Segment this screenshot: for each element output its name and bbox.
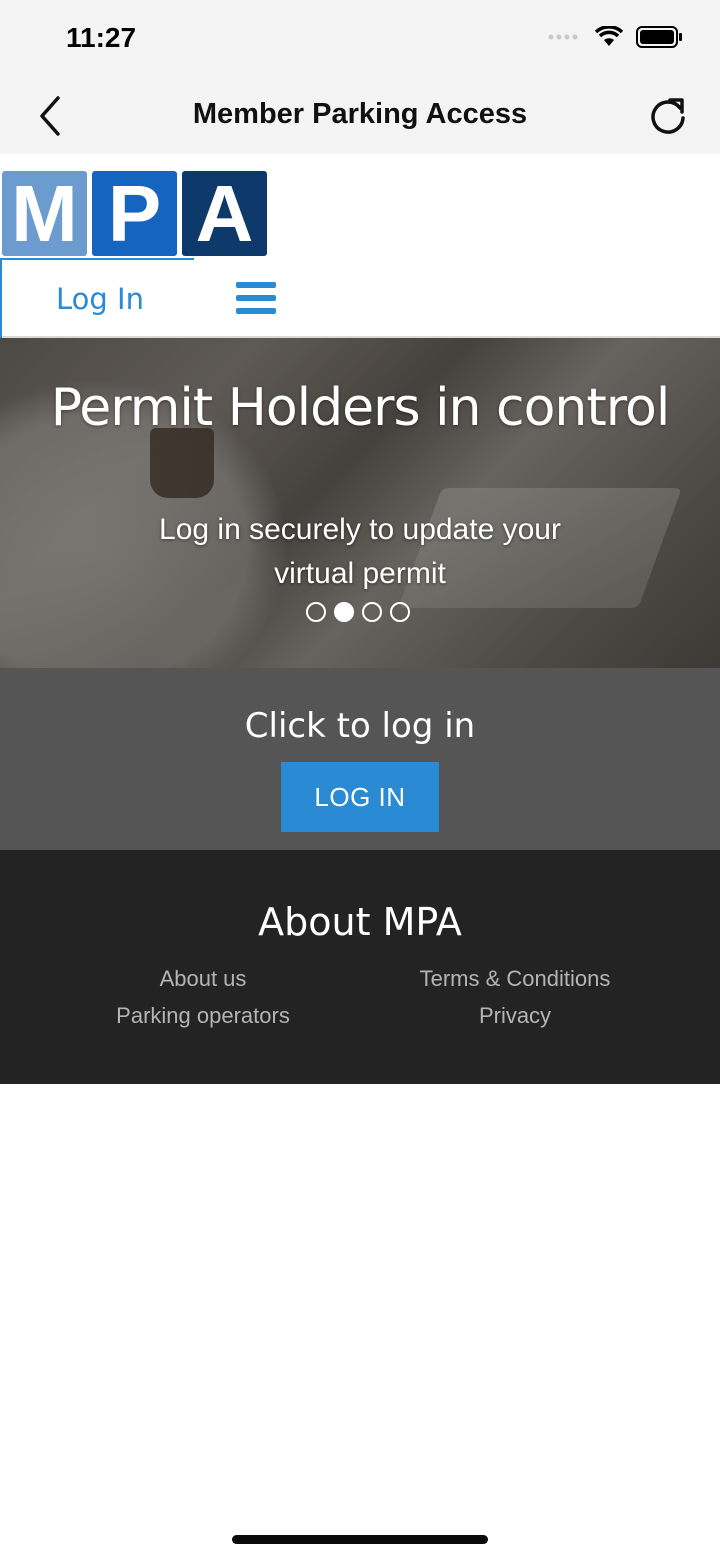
carousel-dot-4[interactable] bbox=[390, 602, 410, 622]
footer: About MPA About us Terms & Conditions Pa… bbox=[0, 850, 720, 1084]
footer-title: About MPA bbox=[258, 900, 462, 944]
logo-letter-m: M bbox=[2, 171, 87, 256]
menu-bar bbox=[236, 308, 276, 314]
status-time: 11:27 bbox=[66, 22, 137, 53]
hero-subtitle: Log in securely to update your virtual p… bbox=[159, 513, 561, 590]
hamburger-menu-icon[interactable] bbox=[236, 282, 276, 316]
footer-link-privacy[interactable]: Privacy bbox=[365, 1003, 665, 1029]
site-header: M P A Log In bbox=[0, 154, 720, 338]
wifi-icon bbox=[594, 26, 624, 46]
battery-icon bbox=[636, 26, 682, 48]
carousel-dot-2[interactable] bbox=[334, 602, 354, 622]
status-bar: 11:27 bbox=[0, 0, 720, 78]
footer-link-about-us[interactable]: About us bbox=[53, 966, 353, 992]
logo-letter-p: P bbox=[92, 171, 177, 256]
status-icons bbox=[548, 26, 684, 48]
hero-title: Permit Holders in control bbox=[50, 378, 671, 438]
hero-carousel[interactable]: Permit Holders in control Log in securel… bbox=[0, 338, 720, 668]
cta-text: Click to log in bbox=[244, 706, 476, 746]
carousel-dot-3[interactable] bbox=[362, 602, 382, 622]
login-link[interactable]: Log In bbox=[56, 282, 144, 316]
footer-link-parking-operators[interactable]: Parking operators bbox=[53, 1003, 353, 1029]
nav-bar: Member Parking Access bbox=[0, 78, 720, 154]
mpa-logo[interactable]: M P A bbox=[2, 171, 267, 256]
cellular-signal-icon bbox=[548, 34, 578, 40]
footer-link-terms[interactable]: Terms & Conditions bbox=[365, 966, 665, 992]
menu-bar bbox=[236, 295, 276, 301]
carousel-indicators bbox=[306, 602, 410, 622]
refresh-icon[interactable] bbox=[646, 94, 690, 138]
home-indicator[interactable] bbox=[232, 1535, 488, 1544]
logo-letter-a: A bbox=[182, 171, 267, 256]
login-cta-section: Click to log in LOG IN bbox=[0, 668, 720, 850]
page-title: Member Parking Access bbox=[192, 98, 528, 130]
carousel-dot-1[interactable] bbox=[306, 602, 326, 622]
menu-bar bbox=[236, 282, 276, 288]
login-button[interactable]: LOG IN bbox=[281, 762, 439, 832]
